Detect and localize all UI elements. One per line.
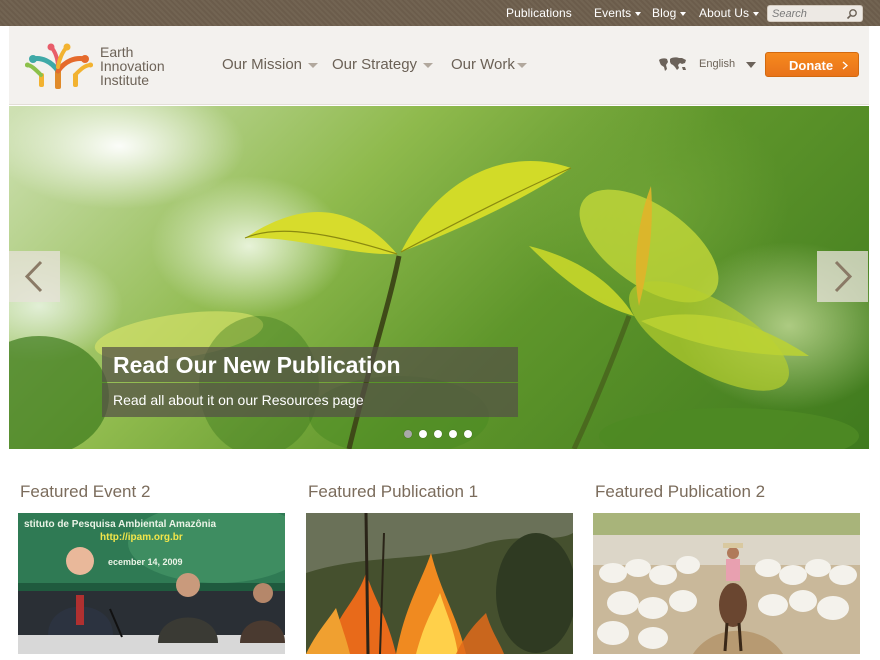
- chevron-down-icon[interactable]: [746, 62, 756, 68]
- featured-card-publication-2: Featured Publication 2: [593, 482, 861, 660]
- site-header: Earth Innovation Institute Our Mission O…: [9, 26, 869, 105]
- featured-card-event-2: Featured Event 2 stituto de Pesquisa Amb…: [18, 482, 286, 660]
- donate-button[interactable]: Donate: [765, 52, 859, 77]
- chevron-down-icon: [423, 62, 434, 68]
- chevron-down-icon: [308, 62, 319, 68]
- banner-text-line-1: stituto de Pesquisa Ambiental Amazônia: [24, 519, 217, 530]
- slide-subtitle: Read all about it on our Resources page: [113, 392, 364, 408]
- nav-our-mission[interactable]: Our Mission: [222, 56, 319, 73]
- slider-dot-4[interactable]: [449, 430, 457, 438]
- nav-our-strategy[interactable]: Our Strategy: [332, 56, 434, 73]
- slide-title: Read Our New Publication: [113, 352, 401, 378]
- earth-innovation-logo-icon[interactable]: [25, 43, 93, 91]
- top-utility-bar: Publications Events Blog About Us: [0, 0, 880, 26]
- topbar-link-publications[interactable]: Publications: [506, 6, 572, 20]
- featured-card-title[interactable]: Featured Publication 2: [595, 482, 765, 502]
- chevron-right-icon: [834, 260, 853, 293]
- hero-slider: Read Our New Publication Read all about …: [9, 106, 869, 449]
- topbar-link-events[interactable]: Events: [594, 6, 642, 20]
- search-icon[interactable]: [846, 8, 858, 20]
- language-selector[interactable]: English: [699, 58, 735, 70]
- nav-our-strategy-label: Our Strategy: [332, 56, 418, 73]
- slider-next-button[interactable]: [817, 251, 868, 302]
- chevron-down-icon: [516, 62, 527, 68]
- banner-text-line-3: ecember 14, 2009: [108, 557, 183, 567]
- slider-dot-2[interactable]: [419, 430, 427, 438]
- logo-word-3: Institute: [100, 72, 150, 88]
- topbar-link-about-us[interactable]: About Us: [699, 6, 760, 20]
- banner-text-line-2: http://ipam.org.br: [100, 532, 183, 543]
- topbar-link-blog-label: Blog: [652, 6, 677, 20]
- featured-card-title[interactable]: Featured Publication 1: [308, 482, 478, 502]
- nav-our-mission-label: Our Mission: [222, 56, 303, 73]
- slider-prev-button[interactable]: [9, 251, 60, 302]
- nav-our-work-label: Our Work: [451, 56, 515, 73]
- slide-caption[interactable]: Read Our New Publication Read all about …: [102, 347, 518, 417]
- topbar-link-about-label: About Us: [699, 6, 750, 20]
- nav-our-work[interactable]: Our Work: [451, 56, 527, 73]
- topbar-link-blog[interactable]: Blog: [652, 6, 687, 20]
- featured-publication-2-image[interactable]: [593, 513, 860, 654]
- slider-dot-5[interactable]: [464, 430, 472, 438]
- chevron-right-icon: [842, 61, 848, 70]
- slide-subtitle-box: Read all about it on our Resources page: [102, 383, 518, 417]
- donate-label: Donate: [789, 58, 834, 73]
- logo-word-2: Innovation: [100, 58, 165, 74]
- chevron-down-icon: [753, 11, 760, 16]
- logo-word-1: Earth: [100, 44, 134, 60]
- chevron-down-icon: [680, 11, 687, 16]
- search-input[interactable]: [772, 6, 844, 21]
- featured-card-title[interactable]: Featured Event 2: [20, 482, 150, 502]
- featured-publication-1-image[interactable]: [306, 513, 573, 654]
- globe-map-icon[interactable]: [658, 56, 688, 72]
- featured-event-image[interactable]: stituto de Pesquisa Ambiental Amazônia h…: [18, 513, 285, 654]
- chevron-down-icon: [635, 11, 642, 16]
- slider-dot-3[interactable]: [434, 430, 442, 438]
- featured-card-publication-1: Featured Publication 1: [306, 482, 574, 660]
- search-box: [767, 5, 863, 22]
- slide-title-box: Read Our New Publication: [102, 347, 518, 382]
- chevron-left-icon: [24, 260, 43, 293]
- topbar-link-events-label: Events: [594, 6, 632, 20]
- slider-dot-1[interactable]: [404, 430, 412, 438]
- logo-wordmark[interactable]: Earth Innovation Institute: [100, 45, 165, 87]
